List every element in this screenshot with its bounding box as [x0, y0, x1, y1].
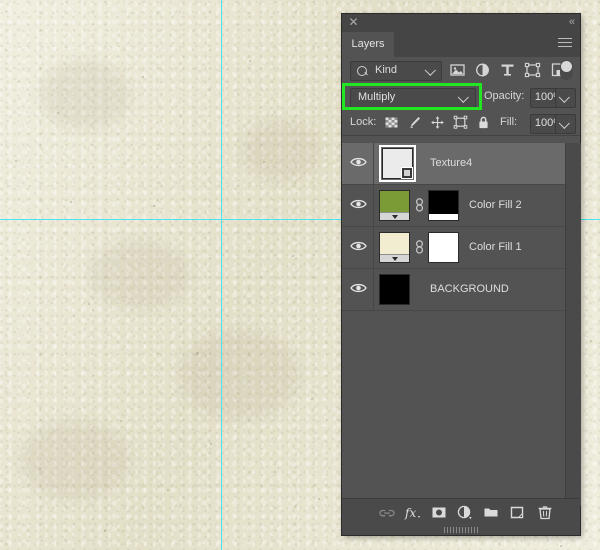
- layer-visibility-icon[interactable]: [350, 198, 367, 210]
- chevron-down-icon: [457, 91, 469, 103]
- layer-mask-thumbnail[interactable]: [428, 232, 459, 263]
- new-group-icon[interactable]: [482, 504, 500, 521]
- new-layer-icon[interactable]: [508, 504, 526, 521]
- fill-layer-gradient-bar: [380, 212, 409, 220]
- panel-title-bar[interactable]: ✕ «: [342, 14, 580, 32]
- layer-mask-link-icon[interactable]: [415, 240, 424, 254]
- blend-mode-dropdown[interactable]: Multiply: [350, 88, 476, 108]
- panel-footer: [342, 525, 580, 535]
- filter-adjustment-layers-icon[interactable]: [474, 62, 491, 78]
- chevron-down-icon: [424, 64, 436, 76]
- lock-all-icon[interactable]: [476, 115, 491, 130]
- blend-mode-row: Multiply Opacity: 100%: [342, 83, 580, 111]
- layer-mask-link-icon[interactable]: [415, 198, 424, 212]
- layer-filter-row: Kind: [342, 57, 580, 83]
- layer-name-label: BACKGROUND: [430, 283, 509, 295]
- delete-layer-icon[interactable]: [536, 504, 554, 521]
- layers-bottom-toolbar: fx: [342, 498, 580, 525]
- layer-name-label: Texture4: [430, 157, 473, 169]
- fill-label: Fill:: [500, 116, 518, 128]
- panel-tabstrip: Layers: [342, 32, 580, 57]
- layer-thumbnail[interactable]: [379, 190, 410, 221]
- layer-name-label: Color Fill 1: [469, 241, 522, 253]
- tab-layers[interactable]: Layers: [342, 32, 394, 57]
- lock-row: Lock: Fill: 100%: [342, 111, 580, 136]
- new-adjustment-layer-icon[interactable]: [456, 504, 474, 521]
- table-row[interactable]: Texture4: [342, 143, 565, 185]
- filter-shape-layers-icon[interactable]: [524, 62, 541, 78]
- layers-panel: ✕ « Layers Kind Multiply Opacity: 100% L…: [342, 14, 581, 535]
- opacity-stepper[interactable]: [555, 88, 576, 108]
- mask-white-strip: [429, 214, 458, 220]
- layer-styles-fx-icon[interactable]: fx: [404, 504, 422, 521]
- layer-visibility-icon[interactable]: [350, 282, 367, 294]
- add-layer-mask-icon[interactable]: [430, 504, 448, 521]
- filter-pixel-layers-icon[interactable]: [449, 62, 466, 78]
- lock-image-pixels-icon[interactable]: [407, 115, 422, 130]
- opacity-label: Opacity:: [484, 90, 525, 102]
- resize-grip-icon[interactable]: [444, 527, 478, 533]
- divider: [373, 227, 374, 268]
- layer-mask-thumbnail[interactable]: [428, 190, 459, 221]
- search-icon: [357, 66, 367, 76]
- chevron-down-icon: [558, 117, 570, 129]
- divider: [373, 269, 374, 310]
- filter-kind-label: Kind: [375, 64, 398, 76]
- smart-object-badge-icon: [401, 167, 413, 179]
- chevron-down-icon: [558, 91, 570, 103]
- divider: [373, 185, 374, 226]
- lock-transparent-pixels-icon[interactable]: [384, 115, 399, 130]
- filter-type-layers-icon[interactable]: [499, 62, 516, 78]
- table-row[interactable]: Color Fill 2: [342, 185, 565, 227]
- lock-label: Lock:: [350, 116, 377, 128]
- filter-enable-toggle[interactable]: [560, 60, 573, 80]
- layer-name-label: Color Fill 2: [469, 199, 522, 211]
- layer-thumbnail[interactable]: [382, 148, 413, 179]
- layer-thumbnail[interactable]: [379, 274, 410, 305]
- fill-layer-gradient-bar: [380, 254, 409, 262]
- panel-menu-icon[interactable]: [558, 38, 572, 50]
- blend-mode-value: Multiply: [358, 91, 396, 103]
- guide-vertical[interactable]: [221, 0, 222, 550]
- layer-list-scrollbar[interactable]: [565, 143, 581, 506]
- layer-list: Texture4 Color Fill 2 Color Fill 1 BACKG…: [342, 143, 565, 311]
- layer-visibility-icon[interactable]: [350, 240, 367, 252]
- screenshot-root: ✕ « Layers Kind Multiply Opacity: 100% L…: [0, 0, 600, 550]
- lock-position-icon[interactable]: [430, 115, 445, 130]
- svg-text:fx: fx: [404, 506, 416, 520]
- filter-kind-select[interactable]: Kind: [350, 61, 442, 81]
- lock-artboard-nesting-icon[interactable]: [453, 115, 468, 130]
- collapse-panel-icon[interactable]: «: [569, 16, 575, 29]
- close-icon[interactable]: ✕: [347, 16, 360, 29]
- table-row[interactable]: BACKGROUND: [342, 269, 565, 311]
- table-row[interactable]: Color Fill 1: [342, 227, 565, 269]
- link-layers-icon[interactable]: [378, 504, 396, 521]
- layer-thumbnail[interactable]: [379, 232, 410, 263]
- layer-visibility-icon[interactable]: [350, 156, 367, 168]
- divider: [373, 143, 374, 184]
- fill-stepper[interactable]: [555, 114, 576, 134]
